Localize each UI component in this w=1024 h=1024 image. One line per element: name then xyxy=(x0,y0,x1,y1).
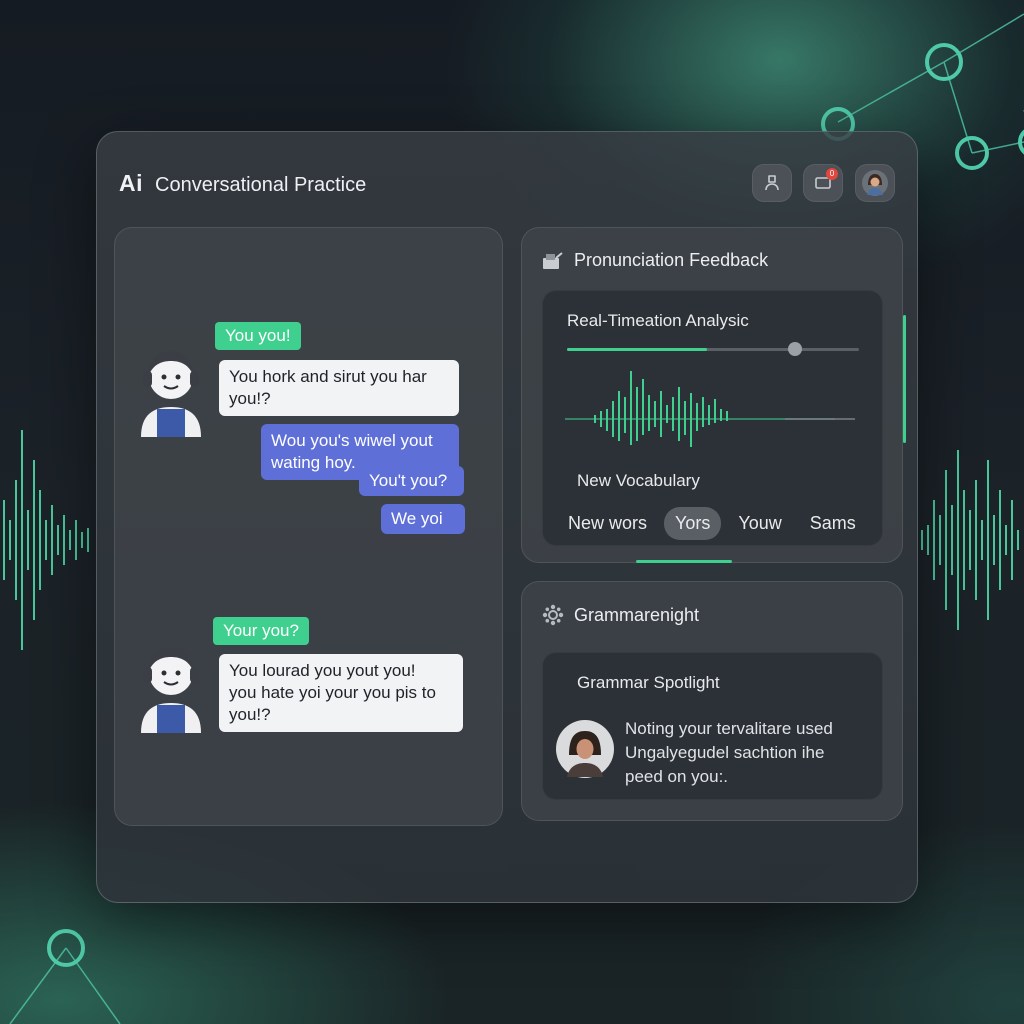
spotlight-line: peed on you:. xyxy=(625,767,729,786)
ai-tutor-avatar xyxy=(141,351,201,437)
ai-message-bubble: You lourad you yout you! you hate yoi yo… xyxy=(219,654,463,732)
grammar-title: Grammarenight xyxy=(574,604,700,625)
spotlight-text: Noting your tervalitare used Ungalyegude… xyxy=(625,717,875,789)
active-tab-indicator xyxy=(636,560,732,563)
grammar-spotlight-card: Grammar Spotlight Noting your tervalitar… xyxy=(542,652,883,800)
progress-fill xyxy=(567,348,708,351)
vocab-chip[interactable]: Youw xyxy=(727,507,792,540)
grammar-panel: Grammarenight Grammar Spotlight Noting y… xyxy=(521,581,903,821)
messages-button[interactable]: 0 xyxy=(803,164,843,202)
message-text: Wou you's wiwel yout xyxy=(271,431,433,450)
ai-message-bubble: You hork and sirut you har you!? xyxy=(219,360,459,416)
user-message-bubble: We yoi xyxy=(381,504,465,534)
spotlight-line: Noting your tervalitare used xyxy=(625,719,833,738)
vocab-chip[interactable]: Yors xyxy=(664,507,722,540)
user-message-bubble: You't you? xyxy=(359,466,464,496)
gear-icon xyxy=(542,604,564,626)
message-text: You lourad you yout you! xyxy=(229,661,416,680)
progress-knob[interactable] xyxy=(787,342,802,356)
message-text: You hork and sirut you har xyxy=(229,367,427,386)
message-text: you!? xyxy=(229,705,271,724)
pronunciation-panel: Pronunciation Feedback Real-Timeation An… xyxy=(521,227,903,563)
analysis-title: Real-Timeation Analysic xyxy=(567,311,749,330)
spotlight-line: Ungalyegudel sachtion ihe xyxy=(625,743,825,762)
right-waveform-decoration xyxy=(921,450,1019,630)
analysis-progress[interactable] xyxy=(567,342,859,356)
user-avatar xyxy=(862,170,888,196)
ai-message-tag: You you! xyxy=(215,322,301,350)
vocab-chip[interactable]: Sams xyxy=(799,507,867,540)
chat-panel: You you! You hork and sirut you har you!… xyxy=(114,227,503,826)
message-text: you hate yoi your you pis to xyxy=(229,683,436,702)
scrollbar[interactable] xyxy=(903,315,906,443)
user-avatar-button[interactable] xyxy=(855,164,895,202)
app-window: Ai Conversational Practice 0 You you! Yo… xyxy=(96,131,918,903)
profile-button[interactable] xyxy=(752,164,792,202)
ai-message-tag: Your you? xyxy=(213,617,309,645)
left-waveform-decoration xyxy=(3,430,89,650)
notification-badge: 0 xyxy=(826,168,838,180)
spotlight-title: Grammar Spotlight xyxy=(577,673,720,692)
voice-waveform xyxy=(565,371,855,447)
vocabulary-chips: New wors Yors Youw Sams xyxy=(557,507,867,540)
person-icon xyxy=(765,175,779,191)
feedback-icon xyxy=(543,251,563,269)
pronunciation-title: Pronunciation Feedback xyxy=(574,250,769,270)
page-title: Conversational Practice xyxy=(155,174,367,196)
tutor-avatar xyxy=(556,720,614,778)
vocabulary-title: New Vocabulary xyxy=(577,471,700,490)
app-logo: Ai xyxy=(119,170,143,196)
message-text: you!? xyxy=(229,389,271,408)
analysis-card: Real-Timeation Analysic New Vocabulary N… xyxy=(542,290,883,546)
vocab-chip[interactable]: New wors xyxy=(557,507,658,540)
title-bar: Ai Conversational Practice xyxy=(119,170,366,197)
grammar-header: Grammarenight xyxy=(542,604,699,626)
ai-tutor-avatar xyxy=(141,647,201,733)
pronunciation-header: Pronunciation Feedback xyxy=(542,250,768,271)
